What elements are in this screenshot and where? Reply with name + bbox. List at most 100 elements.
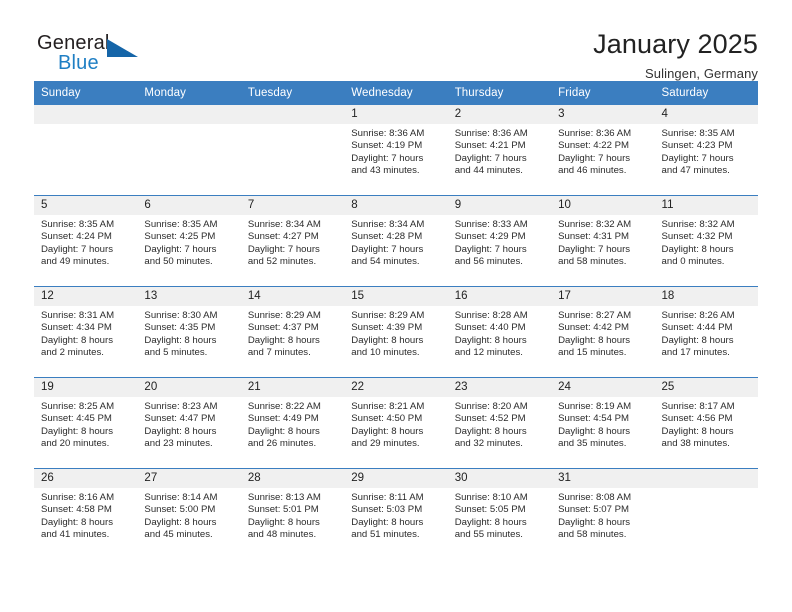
day-number: 9 bbox=[447, 196, 552, 215]
calendar-day-cell[interactable]: 26 Sunrise: 8:16 AM Sunset: 4:58 PM Dayligh… bbox=[34, 468, 138, 559]
daylight-text-line2: and 58 minutes. bbox=[558, 255, 627, 267]
day-cell-inner: 13 Sunrise: 8:30 AM Sunset: 4:35 PM Dayligh… bbox=[137, 287, 241, 377]
sunrise-text: Sunrise: 8:29 AM bbox=[351, 310, 425, 321]
calendar-day-cell[interactable]: 13 Sunrise: 8:30 AM Sunset: 4:35 PM Dayligh… bbox=[137, 286, 241, 378]
sunrise-text: Sunrise: 8:10 AM bbox=[454, 492, 528, 503]
daylight-text-line2: and 10 minutes. bbox=[351, 346, 420, 358]
calendar-day-cell[interactable]: 24 Sunrise: 8:19 AM Sunset: 4:54 PM Dayligh… bbox=[551, 377, 655, 469]
daylight-text-line2: and 12 minutes. bbox=[454, 346, 523, 358]
sunset-text: Sunset: 5:05 PM bbox=[454, 504, 526, 516]
daylight-text-line2: and 20 minutes. bbox=[41, 437, 110, 449]
day-details: Sunrise: 8:35 AM Sunset: 4:24 PM Daylight:… bbox=[34, 215, 137, 268]
daylight-text-line2: and 56 minutes. bbox=[454, 255, 523, 267]
day-cell-inner: 9 Sunrise: 8:33 AM Sunset: 4:29 PM Daylight… bbox=[447, 196, 552, 286]
sunset-text: Sunset: 4:31 PM bbox=[558, 231, 630, 243]
calendar-day-cell[interactable]: 25 Sunrise: 8:17 AM Sunset: 4:56 PM Dayligh… bbox=[654, 377, 758, 469]
logo-text-blue: Blue bbox=[58, 52, 99, 74]
day-cell-inner: 29 Sunrise: 8:11 AM Sunset: 5:03 PM Dayligh… bbox=[344, 469, 448, 559]
day-number: 15 bbox=[344, 287, 448, 306]
sunrise-text: Sunrise: 8:11 AM bbox=[351, 492, 424, 503]
sunrise-text: Sunrise: 8:35 AM bbox=[41, 219, 115, 230]
daylight-text-line2: and 52 minutes. bbox=[247, 255, 317, 267]
sunset-text: Sunset: 4:50 PM bbox=[351, 413, 423, 425]
calendar-day-cell[interactable]: 6 Sunrise: 8:35 AM Sunset: 4:25 PM Daylight… bbox=[137, 195, 241, 287]
sunrise-text: Sunrise: 8:25 AM bbox=[41, 401, 115, 412]
calendar-day-cell[interactable]: 2 Sunrise: 8:36 AM Sunset: 4:21 PM Daylight… bbox=[447, 105, 552, 196]
sunset-text: Sunset: 4:56 PM bbox=[661, 413, 733, 425]
calendar-day-cell[interactable]: 23 Sunrise: 8:20 AM Sunset: 4:52 PM Dayligh… bbox=[447, 377, 552, 469]
daylight-text-line2: and 17 minutes. bbox=[661, 346, 730, 358]
calendar-day-cell[interactable]: 4 Sunrise: 8:35 AM Sunset: 4:23 PM Daylight… bbox=[654, 105, 758, 196]
day-details: Sunrise: 8:08 AM Sunset: 5:07 PM Daylight:… bbox=[551, 488, 654, 541]
calendar-day-cell[interactable]: 29 Sunrise: 8:11 AM Sunset: 5:03 PM Dayligh… bbox=[344, 468, 448, 559]
day-details: Sunrise: 8:11 AM Sunset: 5:03 PM Daylight:… bbox=[344, 488, 447, 541]
daylight-text-line2: and 47 minutes. bbox=[661, 164, 730, 176]
calendar-day-cell[interactable]: 1 Sunrise: 8:36 AM Sunset: 4:19 PM Daylight… bbox=[344, 105, 448, 196]
calendar-day-cell[interactable]: 22 Sunrise: 8:21 AM Sunset: 4:50 PM Dayligh… bbox=[344, 377, 448, 469]
calendar-day-cell[interactable]: 8 Sunrise: 8:34 AM Sunset: 4:28 PM Daylight… bbox=[344, 195, 448, 287]
calendar-day-cell[interactable]: 18 Sunrise: 8:26 AM Sunset: 4:44 PM Dayligh… bbox=[654, 286, 758, 378]
day-number: 25 bbox=[654, 378, 758, 397]
day-cell-inner: 2 Sunrise: 8:36 AM Sunset: 4:21 PM Daylight… bbox=[447, 105, 552, 195]
page-subtitle: Sulingen, Germany bbox=[645, 66, 758, 82]
calendar-day-cell[interactable]: 27 Sunrise: 8:14 AM Sunset: 5:00 PM Dayligh… bbox=[137, 468, 241, 559]
sunset-text: Sunset: 4:24 PM bbox=[41, 231, 112, 243]
calendar-day-cell[interactable]: 21 Sunrise: 8:22 AM Sunset: 4:49 PM Dayligh… bbox=[240, 377, 345, 469]
calendar-day-cell[interactable]: 10 Sunrise: 8:32 AM Sunset: 4:31 PM Dayligh… bbox=[551, 195, 655, 287]
calendar-day-cell[interactable]: 31 Sunrise: 8:08 AM Sunset: 5:07 PM Dayligh… bbox=[551, 468, 655, 559]
calendar-day-cell[interactable]: 28 Sunrise: 8:13 AM Sunset: 5:01 PM Dayligh… bbox=[240, 468, 345, 559]
daylight-text-line2: and 54 minutes. bbox=[351, 255, 420, 267]
daylight-text-line2: and 26 minutes. bbox=[247, 437, 317, 449]
calendar-day-cell[interactable]: 3 Sunrise: 8:36 AM Sunset: 4:22 PM Daylight… bbox=[551, 105, 655, 196]
sunrise-text: Sunrise: 8:36 AM bbox=[454, 128, 528, 139]
day-details: Sunrise: 8:10 AM Sunset: 5:05 PM Daylight:… bbox=[448, 488, 551, 541]
weekday-header-row: Sunday Monday Tuesday Wednesday Thursday Frid… bbox=[34, 81, 758, 105]
day-number: 8 bbox=[344, 196, 448, 215]
day-number: 4 bbox=[654, 105, 758, 124]
day-number: 24 bbox=[551, 378, 655, 397]
day-cell-inner bbox=[654, 469, 758, 559]
calendar-day-cell[interactable]: 5 Sunrise: 8:35 AM Sunset: 4:24 PM Daylight… bbox=[34, 195, 138, 287]
calendar-day-cell[interactable]: 19 Sunrise: 8:25 AM Sunset: 4:45 PM Dayligh… bbox=[34, 377, 138, 469]
calendar-day-cell[interactable]: 16 Sunrise: 8:28 AM Sunset: 4:40 PM Dayligh… bbox=[447, 286, 552, 378]
day-details: Sunrise: 8:13 AM Sunset: 5:01 PM Daylight:… bbox=[241, 488, 344, 541]
day-cell-inner: 12 Sunrise: 8:31 AM Sunset: 4:34 PM Dayligh… bbox=[34, 287, 138, 377]
daylight-text-line1: Daylight: 8 hours bbox=[454, 334, 527, 346]
sunset-text: Sunset: 4:45 PM bbox=[41, 413, 112, 425]
calendar-day-cell[interactable]: 11 Sunrise: 8:32 AM Sunset: 4:32 PM Dayligh… bbox=[654, 195, 758, 287]
sunset-text: Sunset: 4:21 PM bbox=[454, 140, 526, 152]
day-number: 30 bbox=[447, 469, 552, 488]
daylight-text-line1: Daylight: 8 hours bbox=[661, 334, 734, 346]
sunset-text: Sunset: 5:07 PM bbox=[558, 504, 630, 516]
day-cell-inner: 24 Sunrise: 8:19 AM Sunset: 4:54 PM Dayligh… bbox=[551, 378, 655, 468]
day-cell-inner bbox=[34, 105, 138, 195]
weekday-header-sunday: Sunday bbox=[34, 81, 138, 105]
calendar-day-cell[interactable]: 17 Sunrise: 8:27 AM Sunset: 4:42 PM Dayligh… bbox=[551, 286, 655, 378]
daylight-text-line2: and 0 minutes. bbox=[661, 255, 725, 267]
daylight-text-line1: Daylight: 8 hours bbox=[558, 425, 631, 437]
calendar-day-cell[interactable]: 30 Sunrise: 8:10 AM Sunset: 5:05 PM Dayligh… bbox=[447, 468, 552, 559]
calendar-day-cell[interactable]: 14 Sunrise: 8:29 AM Sunset: 4:37 PM Dayligh… bbox=[240, 286, 345, 378]
sunrise-text: Sunrise: 8:22 AM bbox=[247, 401, 321, 412]
daylight-text-line2: and 48 minutes. bbox=[247, 528, 317, 540]
sunset-text: Sunset: 4:40 PM bbox=[454, 322, 526, 334]
calendar-day-cell[interactable]: 20 Sunrise: 8:23 AM Sunset: 4:47 PM Dayligh… bbox=[137, 377, 241, 469]
sunset-text: Sunset: 4:39 PM bbox=[351, 322, 423, 334]
calendar-day-cell[interactable]: 9 Sunrise: 8:33 AM Sunset: 4:29 PM Daylight… bbox=[447, 195, 552, 287]
sunset-text: Sunset: 4:32 PM bbox=[661, 231, 733, 243]
daylight-text-line2: and 43 minutes. bbox=[351, 164, 420, 176]
daylight-text-line1: Daylight: 8 hours bbox=[144, 334, 217, 346]
day-details: Sunrise: 8:27 AM Sunset: 4:42 PM Daylight:… bbox=[551, 306, 654, 359]
sunset-text: Sunset: 4:22 PM bbox=[558, 140, 630, 152]
calendar-body: 1 Sunrise: 8:36 AM Sunset: 4:19 PM Daylight… bbox=[34, 105, 758, 559]
sunset-text: Sunset: 4:37 PM bbox=[247, 322, 319, 334]
sunset-text: Sunset: 4:44 PM bbox=[661, 322, 733, 334]
page-title: January 2025 bbox=[593, 29, 758, 59]
day-number: 26 bbox=[34, 469, 138, 488]
sunrise-text: Sunrise: 8:08 AM bbox=[558, 492, 632, 503]
calendar-cell-empty bbox=[34, 105, 138, 196]
day-cell-inner: 25 Sunrise: 8:17 AM Sunset: 4:56 PM Dayligh… bbox=[654, 378, 758, 468]
calendar-day-cell[interactable]: 12 Sunrise: 8:31 AM Sunset: 4:34 PM Dayligh… bbox=[34, 286, 138, 378]
calendar-day-cell[interactable]: 15 Sunrise: 8:29 AM Sunset: 4:39 PM Dayligh… bbox=[344, 286, 448, 378]
calendar-day-cell[interactable]: 7 Sunrise: 8:34 AM Sunset: 4:27 PM Daylight… bbox=[240, 195, 345, 287]
